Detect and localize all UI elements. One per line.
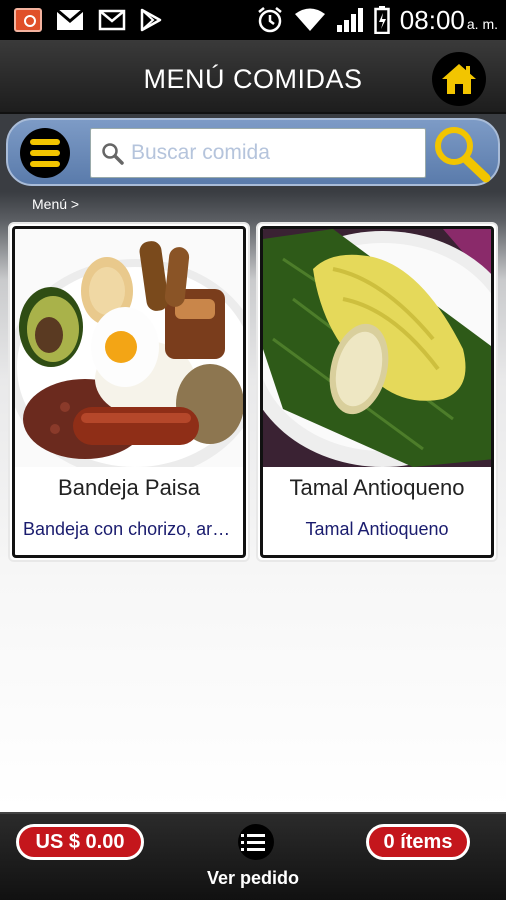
product-card[interactable]: Tamal Antioqueno Tamal Antioqueno xyxy=(256,222,498,562)
cart-footer: US $ 0.00 Ver pedido 0 ítems xyxy=(0,812,506,900)
battery-icon xyxy=(374,6,390,34)
gmail-icon xyxy=(56,9,84,30)
breadcrumb-bar: Menú > xyxy=(0,192,506,220)
product-grid: Bandeja Paisa Bandeja con chorizo, arroz… xyxy=(0,220,506,812)
product-name: Tamal Antioqueno xyxy=(289,475,465,500)
product-image-tamal-antioqueno xyxy=(263,229,491,467)
search-input[interactable] xyxy=(131,137,417,169)
system-icons: 08:00 a. m. xyxy=(256,4,498,36)
wifi-icon xyxy=(294,8,325,31)
photo-icon xyxy=(14,8,42,32)
product-image-bandeja-paisa xyxy=(15,229,243,467)
product-card-frame: Tamal Antioqueno Tamal Antioqueno xyxy=(260,226,494,558)
cart-items-badge[interactable]: 0 ítems xyxy=(366,824,470,860)
home-icon xyxy=(442,64,476,94)
status-bar: 08:00 a. m. xyxy=(0,0,506,40)
alarm-icon xyxy=(258,7,282,33)
menu-bar-icon xyxy=(30,139,60,145)
clock-ampm: a. m. xyxy=(466,15,498,32)
search-icon xyxy=(102,143,124,165)
product-card[interactable]: Bandeja Paisa Bandeja con chorizo, arroz… xyxy=(8,222,250,562)
view-order-button[interactable]: Ver pedido xyxy=(0,868,506,889)
page-title: MENÚ COMIDAS xyxy=(143,64,363,94)
product-description: Bandeja con chorizo, arroz, frijoles y h… xyxy=(23,519,235,539)
app-header: MENÚ COMIDAS xyxy=(0,40,506,114)
menu-bar-icon xyxy=(30,150,60,156)
signal-icon xyxy=(336,8,363,32)
menu-bar-icon xyxy=(30,161,60,167)
play-store-icon xyxy=(140,8,162,32)
notification-icons xyxy=(14,8,162,32)
mail-icon xyxy=(98,9,126,31)
clock-time: 08:00 xyxy=(399,4,465,35)
order-list-icon[interactable] xyxy=(238,824,274,860)
product-name: Bandeja Paisa xyxy=(58,475,200,500)
search-area xyxy=(0,114,506,192)
product-card-frame: Bandeja Paisa Bandeja con chorizo, arroz… xyxy=(12,226,246,558)
breadcrumb[interactable]: Menú > xyxy=(32,196,79,212)
search-bar xyxy=(6,118,500,186)
home-button[interactable] xyxy=(432,52,486,106)
product-description: Tamal Antioqueno xyxy=(305,519,449,539)
cart-total-badge[interactable]: US $ 0.00 xyxy=(16,824,144,860)
clock: 08:00 a. m. xyxy=(400,5,498,36)
search-field[interactable] xyxy=(90,128,426,178)
menu-button[interactable] xyxy=(20,128,70,178)
search-button[interactable] xyxy=(430,122,494,184)
